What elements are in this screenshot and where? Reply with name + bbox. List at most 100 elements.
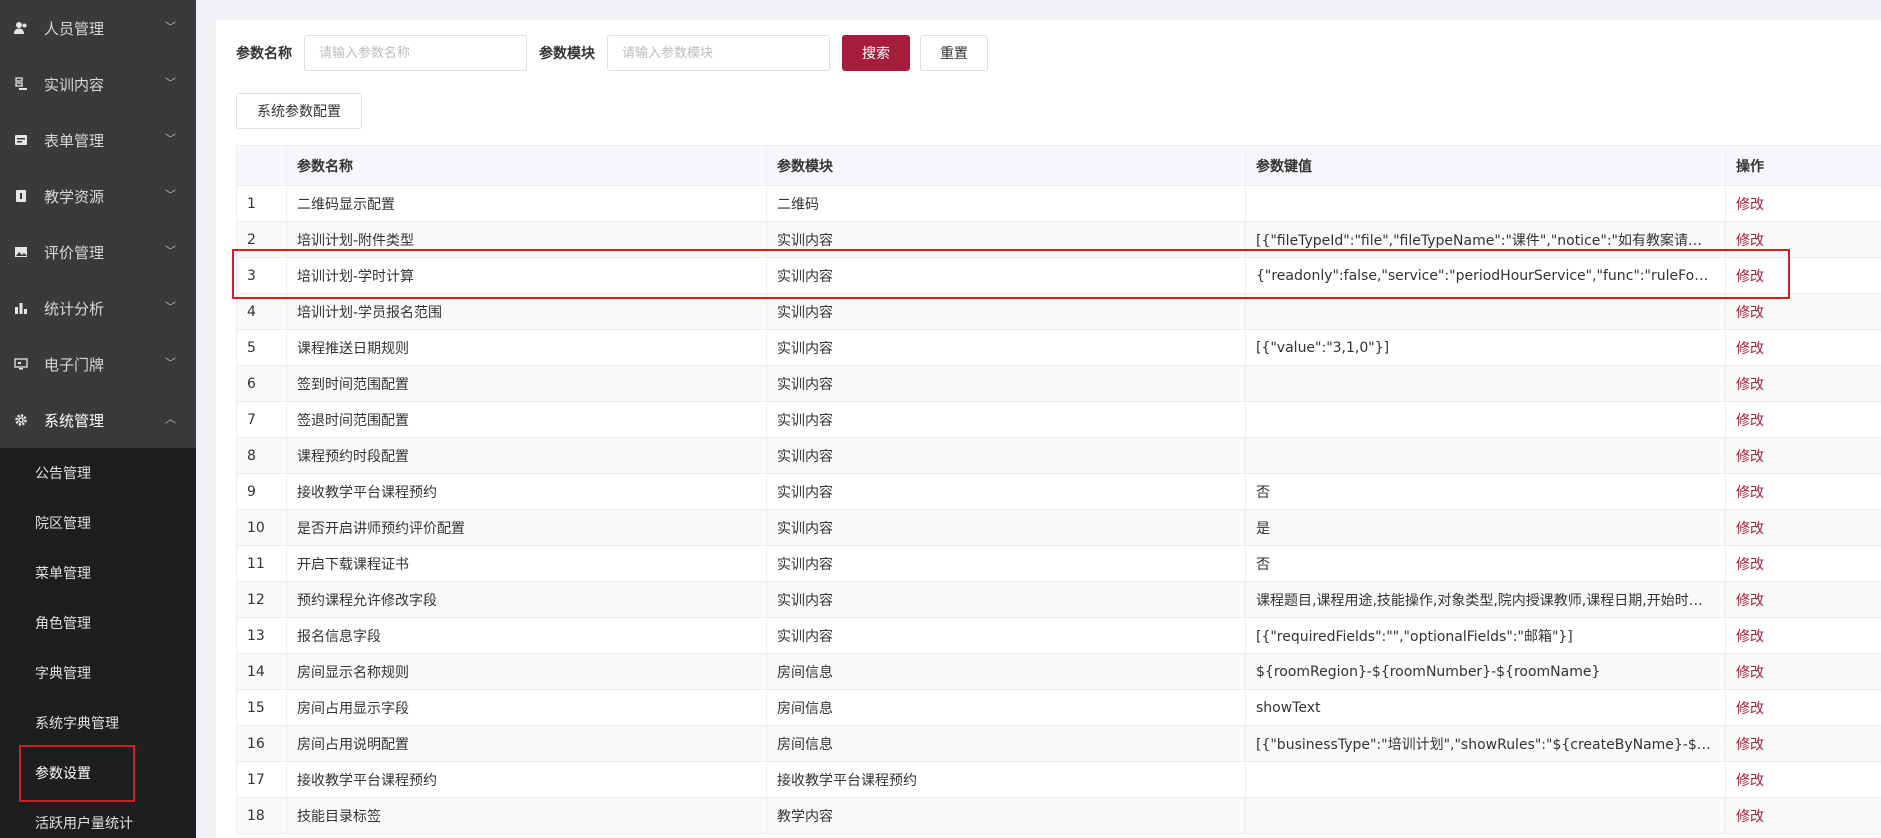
submenu-item[interactable]: 系统字典管理 bbox=[0, 698, 196, 748]
table-body: 1 二维码显示配置 二维码 修改 2 培训计划-附件类型 实训内容 [{"fileTypeId… bbox=[236, 185, 1881, 834]
submenu-item[interactable]: 活跃用户量统计 bbox=[0, 798, 196, 838]
submenu-item[interactable]: 菜单管理 bbox=[0, 548, 196, 598]
table-row: 16 房间占用说明配置 房间信息 [{"businessType":"培训计划","s… bbox=[236, 725, 1881, 762]
edit-link[interactable]: 修改 bbox=[1736, 557, 1764, 573]
param-name-label: 参数名称 bbox=[236, 46, 292, 62]
param-module-cell: 实训内容 bbox=[766, 365, 1246, 402]
row-index-cell: 12 bbox=[236, 581, 287, 618]
edit-link[interactable]: 修改 bbox=[1736, 197, 1764, 213]
action-cell: 修改 bbox=[1725, 185, 1881, 222]
sidebar-menu-item[interactable]: 系统管理 ︿ bbox=[0, 392, 196, 448]
row-index-cell: 11 bbox=[236, 545, 287, 582]
param-module-cell: 实训内容 bbox=[766, 617, 1246, 654]
param-module-cell: 实训内容 bbox=[766, 293, 1246, 330]
sidebar-menu-item[interactable]: 评价管理 ﹀ bbox=[0, 224, 196, 280]
table-row: 7 签退时间范围配置 实训内容 修改 bbox=[236, 401, 1881, 438]
row-index-cell: 9 bbox=[236, 473, 287, 510]
search-button[interactable]: 搜索 bbox=[842, 35, 910, 71]
param-module-cell: 实训内容 bbox=[766, 401, 1246, 438]
param-name-cell: 签退时间范围配置 bbox=[286, 401, 767, 438]
param-name-cell: 房间占用说明配置 bbox=[286, 725, 767, 762]
system-param-config-button[interactable]: 系统参数配置 bbox=[236, 93, 362, 129]
param-value-cell bbox=[1245, 293, 1726, 330]
action-cell: 修改 bbox=[1725, 365, 1881, 402]
col-index-header bbox=[236, 145, 287, 186]
submenu-item[interactable]: 参数设置 bbox=[0, 748, 196, 798]
action-cell: 修改 bbox=[1725, 581, 1881, 618]
edit-link[interactable]: 修改 bbox=[1736, 449, 1764, 465]
row-index-cell: 10 bbox=[236, 509, 287, 546]
chevron-down-icon: ﹀ bbox=[165, 132, 176, 146]
submenu-item[interactable]: 字典管理 bbox=[0, 648, 196, 698]
edit-link[interactable]: 修改 bbox=[1736, 413, 1764, 429]
submenu-item[interactable]: 院区管理 bbox=[0, 498, 196, 548]
table-row: 8 课程预约时段配置 实训内容 修改 bbox=[236, 437, 1881, 474]
param-module-cell: 实训内容 bbox=[766, 509, 1246, 546]
bar-chart-icon bbox=[14, 301, 28, 315]
param-name-cell: 课程预约时段配置 bbox=[286, 437, 767, 474]
sidebar-menu-item[interactable]: 统计分析 ﹀ bbox=[0, 280, 196, 336]
reset-button[interactable]: 重置 bbox=[920, 35, 988, 71]
edit-link[interactable]: 修改 bbox=[1736, 737, 1764, 753]
edit-link[interactable]: 修改 bbox=[1736, 773, 1764, 789]
sidebar-menu-item[interactable]: 教学资源 ﹀ bbox=[0, 168, 196, 224]
table-row: 4 培训计划-学员报名范围 实训内容 修改 bbox=[236, 293, 1881, 330]
action-cell: 修改 bbox=[1725, 617, 1881, 654]
form-icon bbox=[14, 133, 28, 147]
param-module-input[interactable] bbox=[607, 35, 830, 71]
edit-link[interactable]: 修改 bbox=[1736, 269, 1764, 285]
param-name-cell: 培训计划-学员报名范围 bbox=[286, 293, 767, 330]
sidebar-menu-item[interactable]: 实训内容 ﹀ bbox=[0, 56, 196, 112]
param-name-cell: 技能目录标签 bbox=[286, 797, 767, 834]
table-row: 14 房间显示名称规则 房间信息 ${roomRegion}-${roomNumber… bbox=[236, 653, 1881, 690]
sidebar-menu-item[interactable]: 电子门牌 ﹀ bbox=[0, 336, 196, 392]
chevron-up-icon: ︿ bbox=[165, 412, 176, 426]
sidebar-menu-item[interactable]: 表单管理 ﹀ bbox=[0, 112, 196, 168]
submenu-item[interactable]: 公告管理 bbox=[0, 448, 196, 498]
edit-link[interactable]: 修改 bbox=[1736, 233, 1764, 249]
edit-link[interactable]: 修改 bbox=[1736, 521, 1764, 537]
param-module-cell: 房间信息 bbox=[766, 653, 1246, 690]
edit-link[interactable]: 修改 bbox=[1736, 341, 1764, 357]
gear-icon bbox=[14, 413, 28, 427]
sidebar-menu-label: 统计分析 bbox=[44, 299, 105, 318]
edit-link[interactable]: 修改 bbox=[1736, 593, 1764, 609]
sidebar-menu-item[interactable]: 人员管理 ﹀ bbox=[0, 0, 196, 56]
row-index-cell: 6 bbox=[236, 365, 287, 402]
param-module-cell: 房间信息 bbox=[766, 689, 1246, 726]
row-index-cell: 4 bbox=[236, 293, 287, 330]
edit-link[interactable]: 修改 bbox=[1736, 629, 1764, 645]
edit-link[interactable]: 修改 bbox=[1736, 665, 1764, 681]
edit-link[interactable]: 修改 bbox=[1736, 377, 1764, 393]
action-cell: 修改 bbox=[1725, 221, 1881, 258]
param-value-cell: ${roomRegion}-${roomNumber}-${roomName} bbox=[1245, 653, 1726, 690]
param-module-cell: 实训内容 bbox=[766, 437, 1246, 474]
action-cell: 修改 bbox=[1725, 473, 1881, 510]
monitor-icon bbox=[14, 357, 28, 371]
book-icon bbox=[14, 189, 28, 203]
edit-link[interactable]: 修改 bbox=[1736, 701, 1764, 717]
param-module-cell: 实训内容 bbox=[766, 257, 1246, 294]
sidebar-menu-label: 表单管理 bbox=[44, 131, 105, 150]
image-icon bbox=[14, 245, 28, 259]
edit-link[interactable]: 修改 bbox=[1736, 809, 1764, 825]
action-cell: 修改 bbox=[1725, 437, 1881, 474]
param-module-cell: 教学内容 bbox=[766, 797, 1246, 834]
param-name-input[interactable] bbox=[304, 35, 527, 71]
row-index-cell: 17 bbox=[236, 761, 287, 798]
param-module-cell: 接收教学平台课程预约 bbox=[766, 761, 1246, 798]
col-action-header: 操作 bbox=[1725, 145, 1881, 186]
param-name-cell: 签到时间范围配置 bbox=[286, 365, 767, 402]
table-row: 12 预约课程允许修改字段 实训内容 课程题目,课程用途,技能操作,对象类型,院内授课… bbox=[236, 581, 1881, 618]
param-value-cell: 否 bbox=[1245, 473, 1726, 510]
action-cell: 修改 bbox=[1725, 509, 1881, 546]
sidebar-menu-label: 电子门牌 bbox=[44, 355, 105, 374]
param-module-cell: 实训内容 bbox=[766, 221, 1246, 258]
param-name-cell: 开启下载课程证书 bbox=[286, 545, 767, 582]
param-value-cell: {"readonly":false,"service":"periodHourS… bbox=[1245, 257, 1726, 294]
action-cell: 修改 bbox=[1725, 797, 1881, 834]
edit-link[interactable]: 修改 bbox=[1736, 485, 1764, 501]
table-row: 5 课程推送日期规则 实训内容 [{"value":"3,1,0"}] 修改 bbox=[236, 329, 1881, 366]
edit-link[interactable]: 修改 bbox=[1736, 305, 1764, 321]
submenu-item[interactable]: 角色管理 bbox=[0, 598, 196, 648]
